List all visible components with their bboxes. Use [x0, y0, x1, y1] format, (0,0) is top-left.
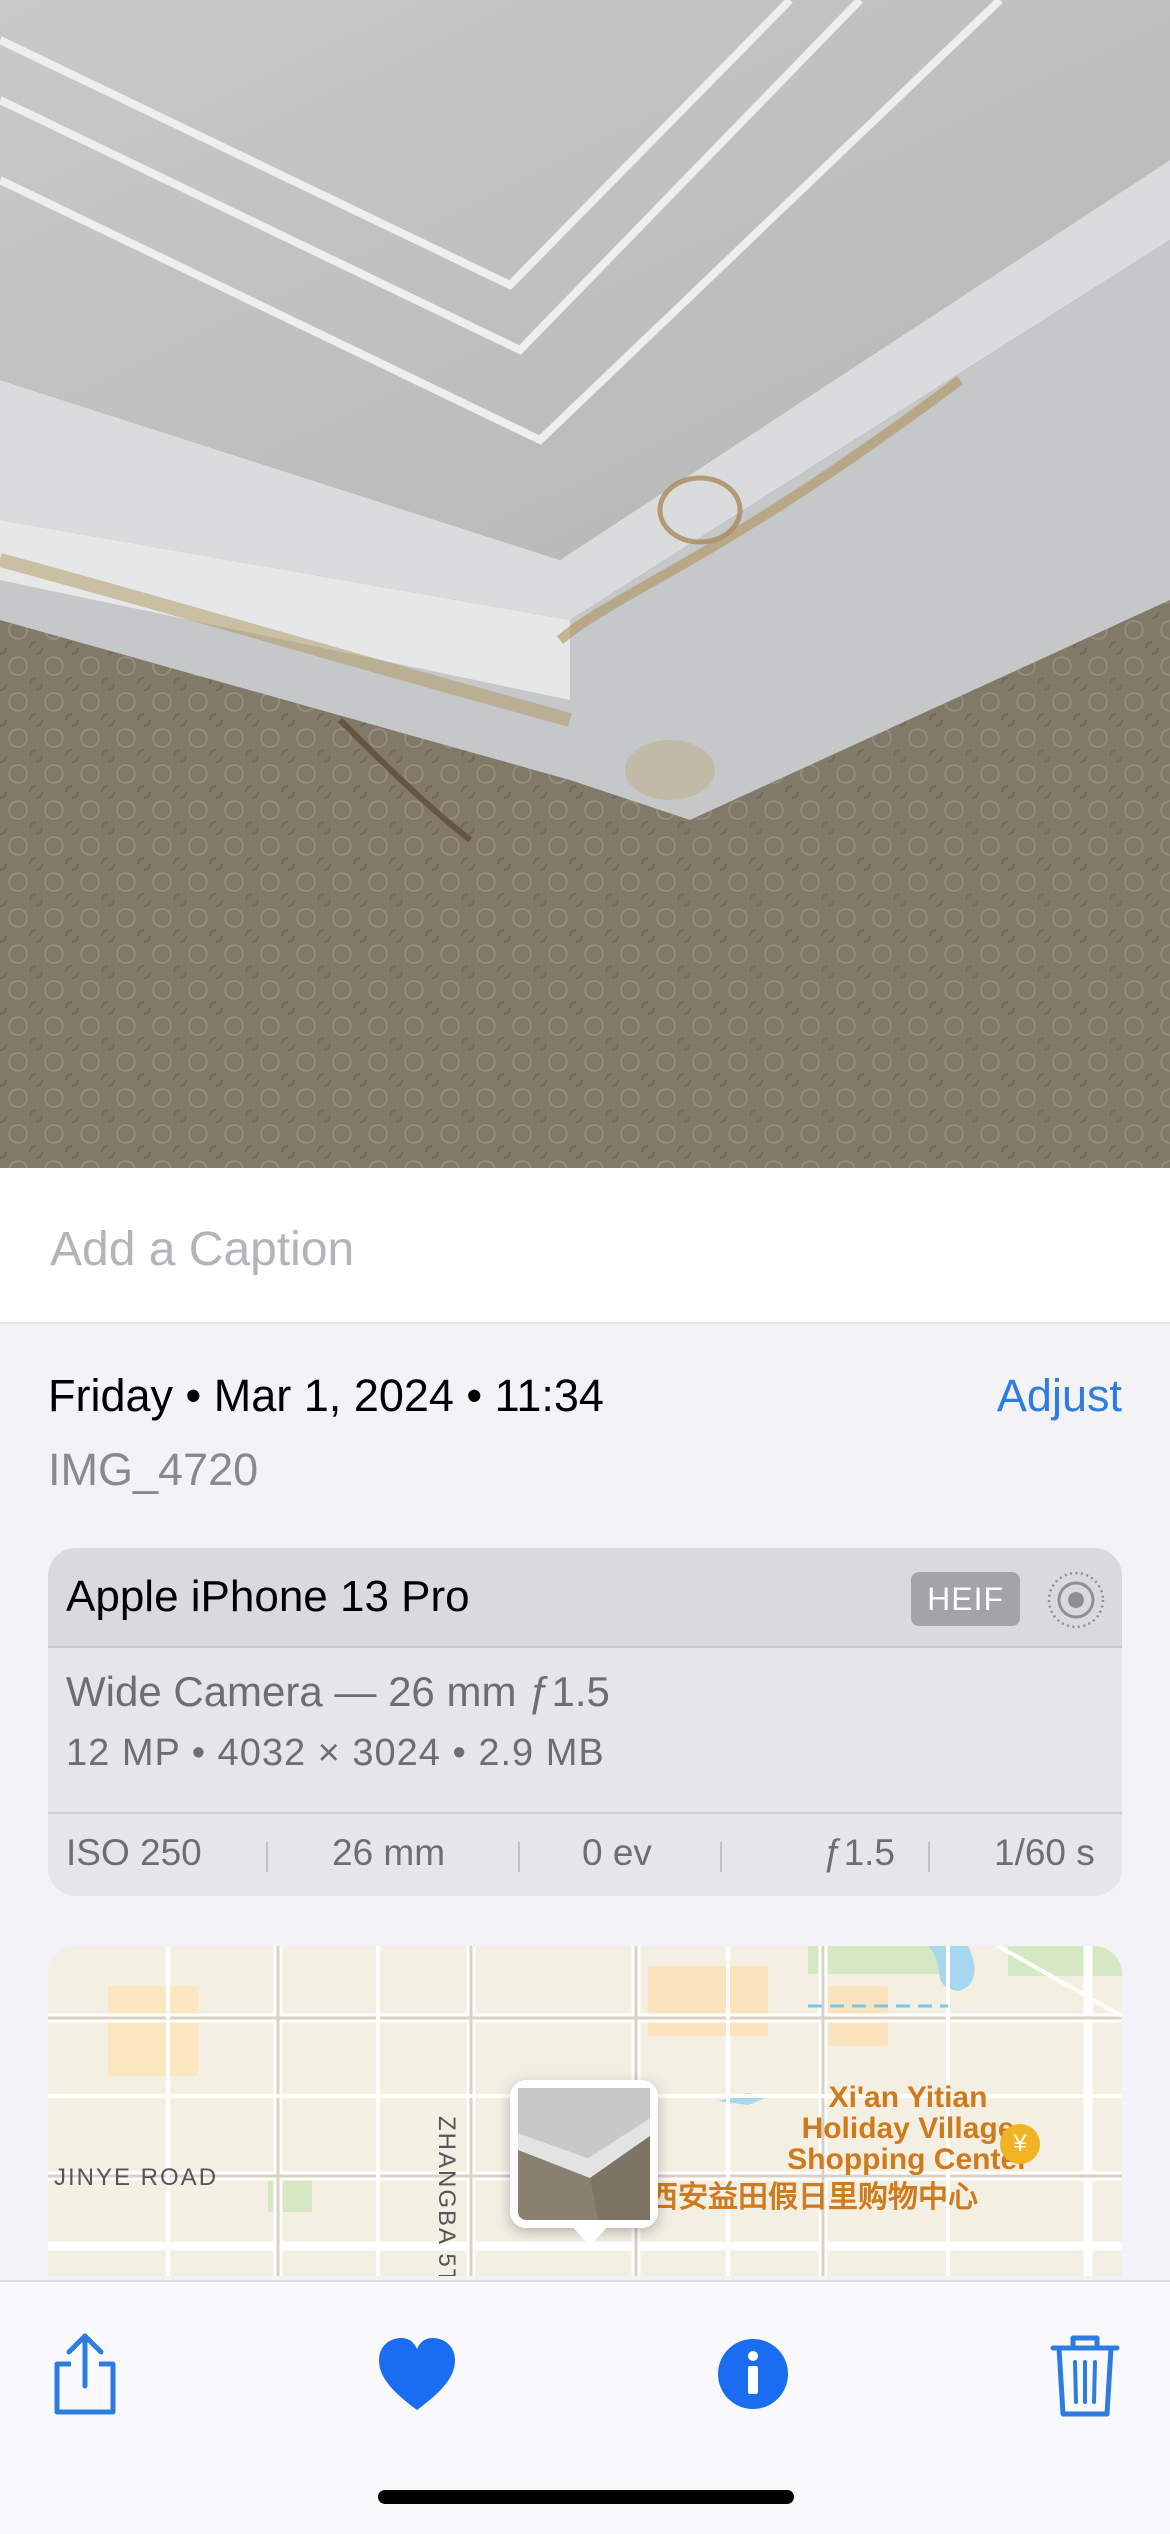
adjust-button[interactable]: Adjust — [997, 1370, 1122, 1422]
exif-divider — [720, 1842, 722, 1872]
poi-name-chinese: 西安益田假日里购物中心 — [648, 2181, 978, 2214]
caption-input[interactable] — [48, 1216, 1052, 1282]
road-label-jinye: JINYE ROAD — [54, 2164, 219, 2191]
camera-card-header: Apple iPhone 13 Pro HEIF — [48, 1548, 1122, 1648]
photo-location-pin[interactable] — [510, 2080, 658, 2228]
exif-exposure: 0 ev — [582, 1832, 652, 1873]
home-indicator[interactable] — [378, 2490, 794, 2504]
road-label-zhangba: ZHANGBA 5TH ROAD — [433, 2116, 460, 2276]
location-thumbnail — [518, 2088, 650, 2220]
info-icon[interactable] — [703, 2324, 803, 2424]
location-map[interactable]: JINYE ROAD ZHANGBA 5TH ROAD Xi'an Yitian… — [48, 1946, 1122, 2276]
exif-aperture: ƒ1.5 — [823, 1832, 896, 1873]
device-name: Apple iPhone 13 Pro — [66, 1572, 470, 1621]
heart-icon[interactable] — [367, 2324, 467, 2424]
exif-iso: ISO 250 — [66, 1832, 202, 1873]
pin-pointer — [570, 2224, 610, 2246]
shopping-poi-icon: ¥ — [1000, 2124, 1040, 2164]
exif-focal-length: 26 mm — [332, 1832, 446, 1873]
photo-view[interactable] — [0, 0, 1170, 1168]
live-photo-icon[interactable] — [1046, 1570, 1106, 1630]
share-icon[interactable] — [35, 2324, 135, 2424]
exif-row: ISO 250 26 mm 0 ev ƒ1.5 1/60 s — [48, 1812, 1122, 1896]
caption-area — [0, 1168, 1170, 1324]
camera-info-card: Apple iPhone 13 Pro HEIF Wide Camera — 2… — [48, 1548, 1122, 1896]
image-specs: 12 MP • 4032 × 3024 • 2.9 MB — [66, 1732, 605, 1774]
exif-divider — [266, 1842, 268, 1872]
lens-info: Wide Camera — 26 mm ƒ1.5 — [66, 1668, 610, 1715]
trash-icon[interactable] — [1035, 2324, 1135, 2424]
photo-image — [0, 0, 1170, 1168]
poi-name-line: Xi'an Yitian — [828, 2081, 988, 2114]
format-badge: HEIF — [911, 1572, 1020, 1626]
exif-divider — [928, 1842, 930, 1872]
photo-datetime: Friday • Mar 1, 2024 • 11:34 — [48, 1370, 604, 1421]
exif-shutter: 1/60 s — [994, 1832, 1095, 1873]
exif-divider — [518, 1842, 520, 1872]
photo-filename: IMG_4720 — [48, 1444, 259, 1495]
